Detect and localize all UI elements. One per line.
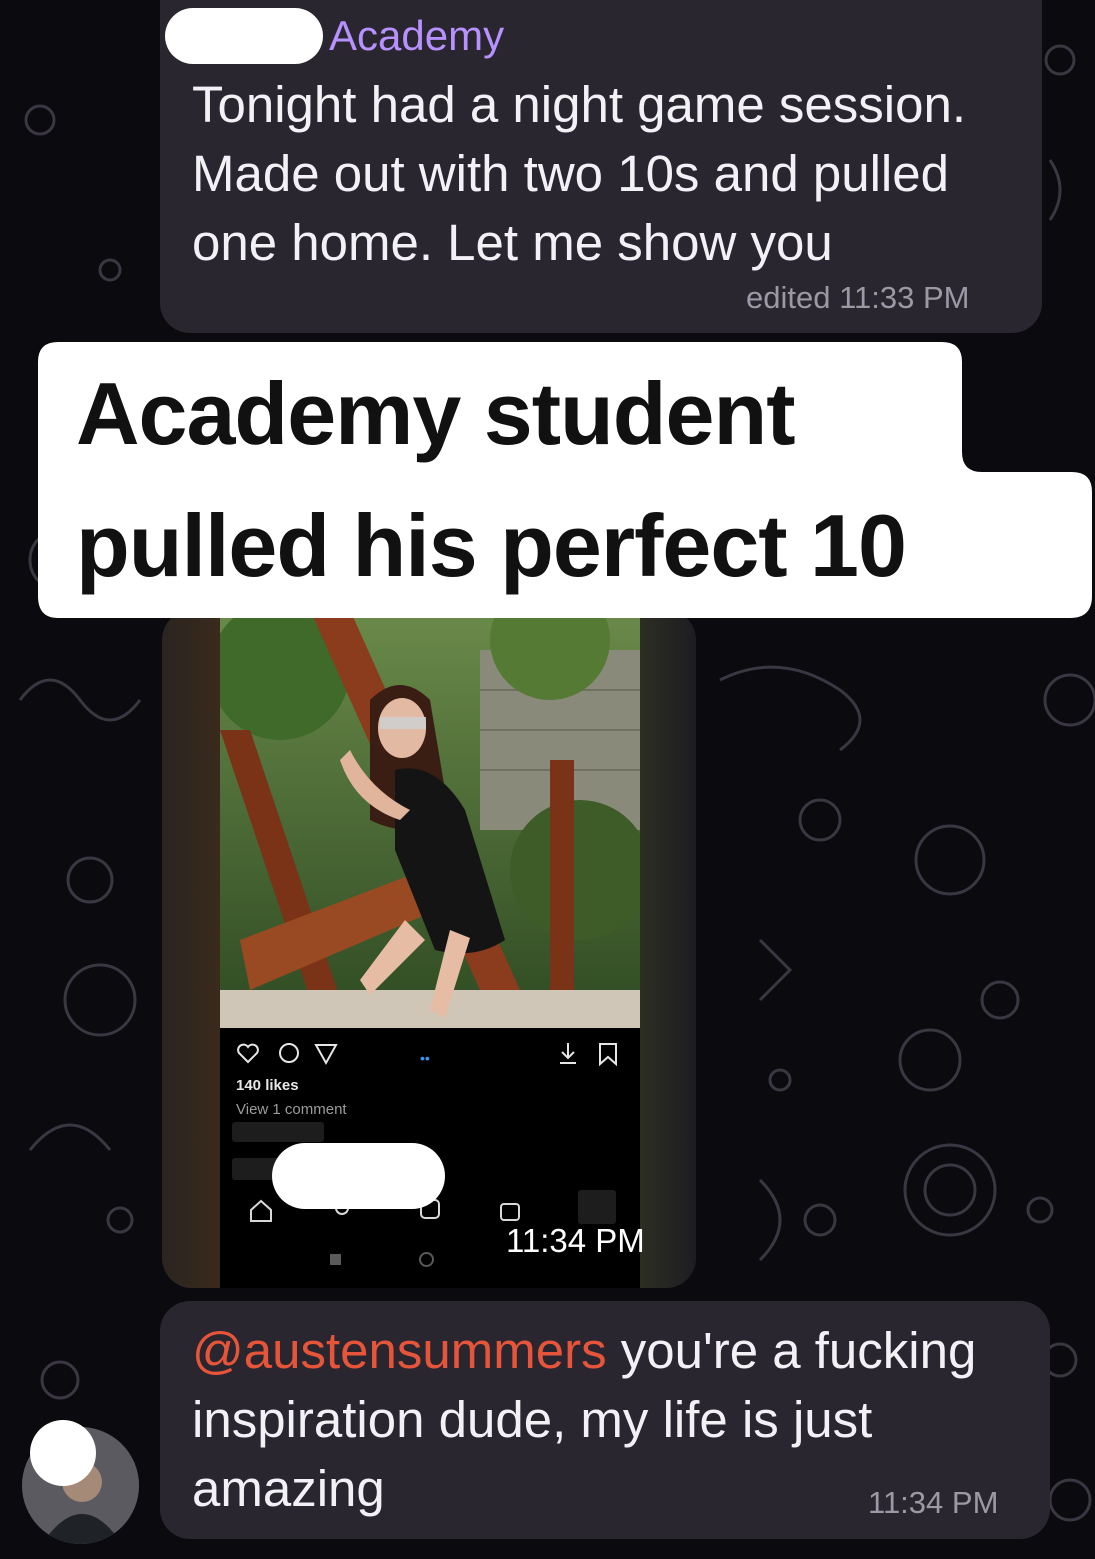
- censored-text: [578, 1190, 616, 1224]
- comments-link: View 1 comment: [236, 1101, 347, 1118]
- message-text: you're a fucking: [606, 1322, 977, 1379]
- post-photo: [220, 610, 640, 1028]
- shop-icon: [500, 1203, 520, 1221]
- message-text-line: Tonight had a night game session.: [192, 76, 967, 133]
- message-text-line: @austensummers you're a fucking: [192, 1316, 976, 1385]
- redaction-mark: [165, 8, 323, 64]
- media-message-bubble[interactable]: •• 140 likes View 1 comment 11:34 PM: [162, 610, 696, 1288]
- message-text-line: inspiration dude, my life is just: [192, 1391, 873, 1448]
- android-nav-bar: [330, 1252, 530, 1268]
- media-blur-edge: [162, 610, 220, 1288]
- message-text-line: one home. Let me show you: [192, 214, 833, 271]
- photo-illustration: [220, 610, 640, 1028]
- bookmark-icon: [599, 1043, 617, 1067]
- post-actions-right: [560, 1043, 617, 1067]
- message-text-line: amazing: [192, 1460, 385, 1517]
- send-icon: [314, 1044, 338, 1066]
- likes-count: 140 likes: [236, 1077, 299, 1094]
- redaction-mark: [30, 1420, 96, 1486]
- sender-name[interactable]: Academy: [329, 12, 504, 60]
- comment-icon: [279, 1043, 299, 1063]
- message-sender: Academy: [165, 8, 504, 64]
- carousel-dots: ••: [420, 1050, 430, 1066]
- message-timestamp: 11:34 PM: [868, 1485, 999, 1520]
- download-icon: [560, 1043, 576, 1064]
- post-actions: [237, 1043, 338, 1066]
- home-icon: [250, 1199, 272, 1222]
- redaction-mark: [272, 1143, 445, 1209]
- media-blur-edge: [640, 610, 696, 1288]
- media-timestamp: 11:34 PM: [506, 1222, 645, 1259]
- censored-text: [232, 1122, 324, 1142]
- message-text-line: Made out with two 10s and pulled: [192, 145, 949, 202]
- user-mention-link[interactable]: @austensummers: [192, 1322, 607, 1379]
- message-meta: edited 11:33 PM: [746, 280, 970, 315]
- heart-icon: [237, 1043, 259, 1064]
